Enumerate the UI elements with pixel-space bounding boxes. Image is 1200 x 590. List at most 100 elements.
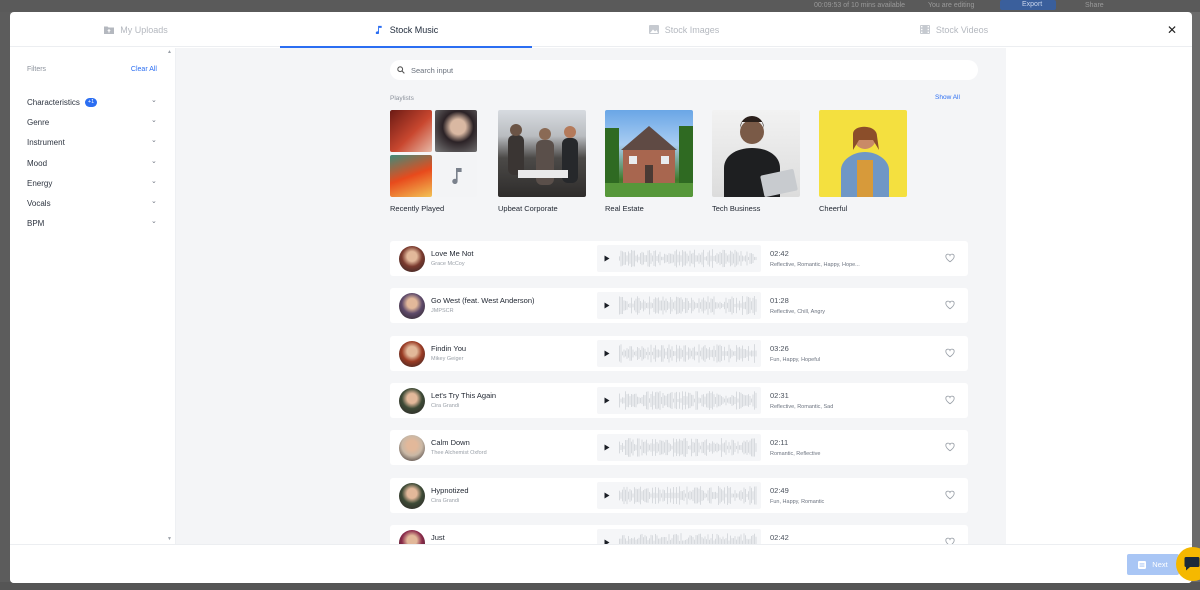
filter-energy[interactable]: Energy ⌄ xyxy=(27,176,157,190)
waveform-player[interactable] xyxy=(597,245,761,272)
track-duration: 02:42 xyxy=(770,532,789,542)
filter-count-badge: +1 xyxy=(84,97,98,107)
playlist-card[interactable]: Recently Played xyxy=(390,110,478,213)
waveform-player[interactable] xyxy=(597,292,761,320)
playlist-thumbnail xyxy=(819,110,907,197)
heart-icon[interactable] xyxy=(945,300,955,310)
track-row[interactable]: Love Me Not Grace McCoy 02:42 Reflective, R… xyxy=(390,241,968,276)
track-title: Go West (feat. West Anderson) xyxy=(431,296,535,306)
heart-icon[interactable] xyxy=(945,395,955,405)
artist-avatar xyxy=(399,387,425,414)
scroll-up-icon[interactable]: ▲ xyxy=(167,49,172,55)
track-title: Findin You xyxy=(431,343,467,353)
track-tags: Reflective, Romantic, Sad xyxy=(770,403,834,410)
image-icon xyxy=(648,25,659,34)
playlist-card[interactable]: Real Estate xyxy=(605,110,693,213)
play-icon[interactable] xyxy=(603,396,611,405)
waveform-player[interactable] xyxy=(597,386,761,414)
waveform-player[interactable] xyxy=(597,339,761,367)
tab-stock-music[interactable]: Stock Music xyxy=(280,12,532,48)
play-icon[interactable] xyxy=(603,349,611,358)
playlist-card[interactable]: Upbeat Corporate xyxy=(498,110,586,213)
heart-icon[interactable] xyxy=(945,442,955,452)
track-duration: 02:31 xyxy=(770,390,789,400)
filter-bpm[interactable]: BPM ⌄ xyxy=(27,216,157,230)
import-icon xyxy=(1138,560,1147,569)
track-tags: Reflective, Chill, Angry xyxy=(770,309,826,316)
track-row[interactable]: Findin You Mikey Geiger 03:26 Fun, Happy, H… xyxy=(390,335,968,371)
chevron-down-icon: ⌄ xyxy=(151,198,157,205)
man-with-laptop-image xyxy=(724,116,798,197)
close-icon[interactable]: ✕ xyxy=(1166,24,1178,36)
office-meeting-image xyxy=(508,124,578,185)
tab-stock-images[interactable]: Stock Images xyxy=(558,12,810,47)
next-button[interactable]: Next xyxy=(1127,554,1179,575)
waveform[interactable] xyxy=(619,390,757,411)
show-all-link[interactable]: Show All xyxy=(935,94,960,101)
track-artist: Cira Grandi xyxy=(431,497,460,504)
waveform[interactable] xyxy=(619,532,757,544)
track-tags: Reflective, Romantic, Happy, Hope... xyxy=(770,262,860,268)
filter-characteristics[interactable]: Characteristics +1 ⌄ xyxy=(27,95,157,109)
chevron-down-icon: ⌄ xyxy=(151,218,157,225)
folder-upload-icon xyxy=(104,26,115,34)
playlist-card[interactable]: Cheerful xyxy=(819,110,907,213)
chevron-down-icon: ⌄ xyxy=(151,117,157,124)
heart-icon[interactable] xyxy=(945,490,955,500)
search-input[interactable] xyxy=(411,65,951,75)
media-tabs: My Uploads Stock Music Stock Images Stoc… xyxy=(10,12,1192,48)
playlist-name: Real Estate xyxy=(605,204,644,213)
artist-avatar xyxy=(399,435,425,462)
tab-my-uploads[interactable]: My Uploads xyxy=(10,12,262,47)
playlist-thumbnail xyxy=(605,110,693,197)
play-icon[interactable] xyxy=(603,301,611,310)
waveform[interactable] xyxy=(619,437,757,458)
waveform[interactable] xyxy=(619,485,757,506)
playlist-card[interactable]: Tech Business xyxy=(712,110,800,213)
track-tags: Fun, Happy, Hopeful xyxy=(770,356,821,363)
album-art xyxy=(435,110,477,152)
track-row[interactable]: JustMidnight Daydream02:42Reflective, Ch… xyxy=(390,524,968,544)
track-artist: Cira Grandi xyxy=(431,402,460,409)
heart-icon[interactable] xyxy=(945,348,955,358)
playlist-name: Tech Business xyxy=(712,204,761,213)
search-bar[interactable] xyxy=(390,60,978,80)
filter-mood[interactable]: Mood ⌄ xyxy=(27,156,157,170)
scroll-down-icon[interactable]: ▼ xyxy=(167,536,172,542)
heart-icon[interactable] xyxy=(945,253,955,263)
chevron-down-icon: ⌄ xyxy=(151,137,157,144)
cheerful-woman-image xyxy=(841,126,889,197)
track-row[interactable]: Let's Try This Again Cira Grandi 02:31 Refl… xyxy=(390,382,968,418)
search-icon xyxy=(397,66,405,74)
waveform-player[interactable] xyxy=(597,434,761,462)
tab-stock-videos[interactable]: Stock Videos xyxy=(828,12,1080,47)
background-editing-text: You are editing xyxy=(928,2,975,9)
track-row[interactable]: Hypnotized Cira Grandi 02:49 Fun, Happy, Ro… xyxy=(390,477,968,513)
sidebar-scrollbar[interactable]: ▲ ▼ xyxy=(166,48,174,544)
playlist-name: Recently Played xyxy=(390,204,445,213)
filter-instrument[interactable]: Instrument ⌄ xyxy=(27,135,157,149)
filters-title: Filters xyxy=(27,66,47,73)
house-image xyxy=(605,126,693,197)
play-icon[interactable] xyxy=(603,443,611,452)
waveform[interactable] xyxy=(619,248,757,269)
filter-vocals[interactable]: Vocals ⌄ xyxy=(27,196,157,210)
heart-icon[interactable] xyxy=(945,537,955,544)
play-icon[interactable] xyxy=(603,254,611,263)
waveform[interactable] xyxy=(619,295,757,316)
waveform[interactable] xyxy=(619,343,757,364)
play-icon[interactable] xyxy=(603,491,611,500)
playlists-label: Playlists xyxy=(390,95,414,102)
clear-all-link[interactable]: Clear All xyxy=(131,66,157,73)
waveform-player[interactable] xyxy=(597,528,761,544)
track-row[interactable]: Calm Down Thee Alchemist Oxford 02:11 Roman… xyxy=(390,430,968,466)
waveform-player[interactable] xyxy=(597,481,761,509)
next-label: Next xyxy=(1152,560,1168,569)
filter-genre[interactable]: Genre ⌄ xyxy=(27,115,157,129)
track-row[interactable]: Go West (feat. West Anderson) JMPSCR 01:28… xyxy=(390,288,968,324)
content-scrollbar[interactable]: ▲ ▼ xyxy=(1005,88,1006,544)
filter-label: Energy xyxy=(27,178,53,188)
artist-avatar xyxy=(399,246,425,272)
album-art xyxy=(390,155,432,197)
tab-label: Stock Images xyxy=(664,24,720,35)
